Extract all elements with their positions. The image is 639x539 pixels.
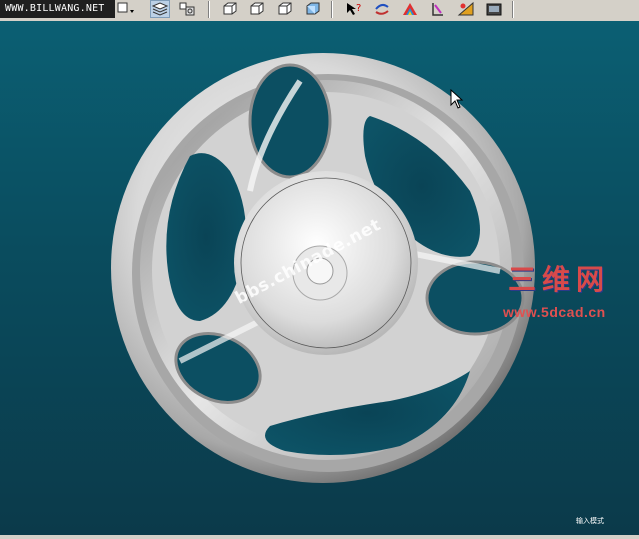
site-logo-chinese: 三维网 bbox=[508, 263, 611, 296]
orient-button[interactable] bbox=[428, 0, 448, 18]
help-button[interactable]: ? bbox=[344, 0, 364, 18]
svg-text:?: ? bbox=[356, 3, 361, 14]
site-label: WWW.BILLWANG.NET bbox=[0, 0, 115, 18]
model-tree-icon bbox=[179, 2, 195, 16]
shaded-cube-icon bbox=[306, 2, 320, 15]
model-tree-button[interactable] bbox=[177, 0, 197, 18]
top-toolbar: WWW.BILLWANG.NET ? bbox=[0, 0, 639, 22]
color-appearance-icon bbox=[403, 3, 417, 15]
save-view-button[interactable] bbox=[484, 0, 504, 18]
status-bar bbox=[0, 535, 639, 539]
layers-icon bbox=[151, 2, 169, 16]
site-logo-url: www.5dcad.cn bbox=[503, 304, 606, 320]
view-isometric-button[interactable] bbox=[247, 0, 267, 18]
view-isometric-icon bbox=[250, 2, 264, 15]
select-dropdown-icon bbox=[117, 2, 134, 13]
repaint-button[interactable] bbox=[372, 0, 392, 18]
view-front-button[interactable] bbox=[220, 0, 240, 18]
orient-icon bbox=[432, 3, 443, 16]
help-icon: ? bbox=[347, 3, 361, 15]
view-right-icon bbox=[278, 2, 292, 15]
view-front-icon bbox=[223, 2, 237, 15]
toolbar-separator bbox=[331, 1, 333, 18]
toolbar-separator bbox=[208, 1, 210, 18]
mode-label: 输入模式 bbox=[576, 517, 604, 525]
graphics-viewport[interactable]: bbs.chinade.net 三维网 www.5dcad.cn 输入模式 bbox=[0, 21, 639, 535]
select-dropdown-button[interactable] bbox=[116, 0, 136, 18]
render-icon bbox=[457, 1, 474, 16]
save-view-icon bbox=[486, 3, 502, 16]
toolbar-separator bbox=[512, 1, 514, 18]
layers-button[interactable] bbox=[150, 0, 170, 18]
repaint-icon bbox=[375, 3, 389, 15]
render-button[interactable] bbox=[456, 0, 476, 18]
shaded-cube-button[interactable] bbox=[303, 0, 323, 18]
color-appearance-button[interactable] bbox=[400, 0, 420, 18]
window-top bbox=[248, 63, 332, 179]
mouse-cursor-icon bbox=[450, 89, 464, 109]
view-right-button[interactable] bbox=[275, 0, 295, 18]
